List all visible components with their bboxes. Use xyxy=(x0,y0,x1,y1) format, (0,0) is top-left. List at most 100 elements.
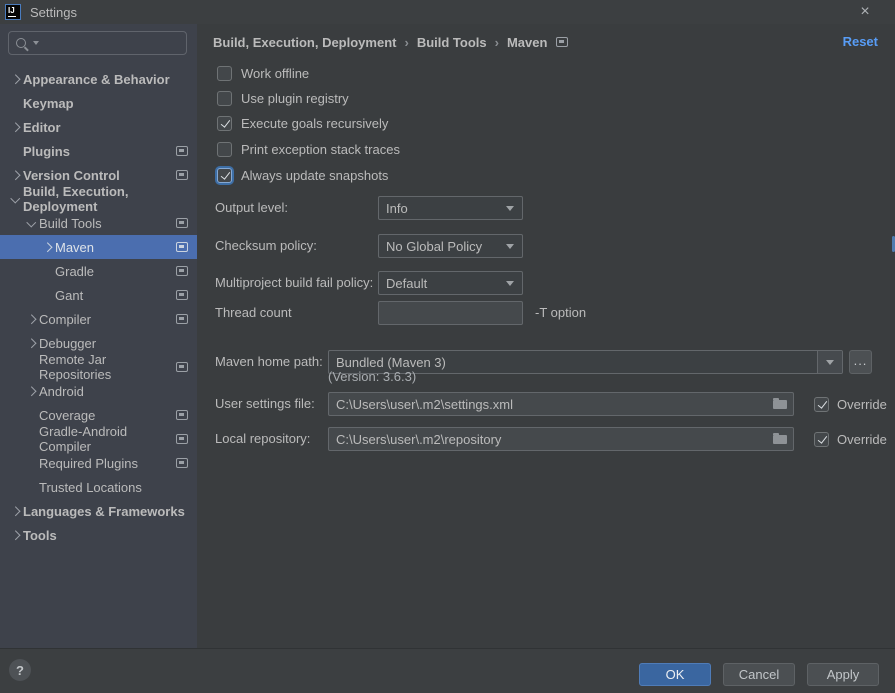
thread-count-label: Thread count xyxy=(215,301,292,325)
dropdown-arrow-button[interactable] xyxy=(817,351,842,373)
checksum-policy-label: Checksum policy: xyxy=(215,234,317,258)
breadcrumb-separator: › xyxy=(495,35,499,50)
ok-button[interactable]: OK xyxy=(639,663,711,686)
chevron-right-icon[interactable] xyxy=(10,170,19,179)
chevron-right-icon[interactable] xyxy=(10,530,19,539)
chevron-right-icon[interactable] xyxy=(26,314,35,323)
settings-indicator-icon xyxy=(176,434,188,444)
settings-indicator-icon xyxy=(176,314,188,324)
chevron-right-icon[interactable] xyxy=(10,122,19,131)
maven-settings-panel: Build, Execution, Deployment › Build Too… xyxy=(197,24,895,648)
sidebar-item-gradle-android-compiler[interactable]: Gradle-Android Compiler xyxy=(0,427,197,451)
use-plugin-registry-row: Use plugin registry xyxy=(217,87,349,109)
sidebar-item-languages-frameworks[interactable]: Languages & Frameworks xyxy=(0,499,197,523)
sidebar-item-trusted-locations[interactable]: Trusted Locations xyxy=(0,475,197,499)
sidebar-item-compiler[interactable]: Compiler xyxy=(0,307,197,331)
window-title: Settings xyxy=(30,5,77,20)
settings-sidebar: Appearance & Behavior Keymap Editor Plug… xyxy=(0,24,197,648)
local-repository-label: Local repository: xyxy=(215,427,310,451)
print-exception-stack-traces-row: Print exception stack traces xyxy=(217,138,400,160)
breadcrumb-separator: › xyxy=(404,35,408,50)
sidebar-item-maven[interactable]: Maven xyxy=(0,235,197,259)
settings-indicator-icon xyxy=(176,170,188,180)
sidebar-item-tools[interactable]: Tools xyxy=(0,523,197,547)
sidebar-item-keymap[interactable]: Keymap xyxy=(0,91,197,115)
dialog-footer: ? OK Cancel Apply xyxy=(0,648,895,693)
sidebar-item-gradle[interactable]: Gradle xyxy=(0,259,197,283)
reset-link[interactable]: Reset xyxy=(843,32,878,52)
help-button[interactable]: ? xyxy=(9,659,31,681)
output-level-label: Output level: xyxy=(215,196,288,220)
settings-indicator-icon xyxy=(176,458,188,468)
execute-goals-recursively-checkbox[interactable] xyxy=(217,116,232,131)
dropdown-caret-icon xyxy=(506,206,514,211)
browse-maven-home-button[interactable]: ... xyxy=(849,350,872,374)
checksum-policy-select[interactable]: No Global Policy xyxy=(378,234,523,258)
sidebar-item-android[interactable]: Android xyxy=(0,379,197,403)
settings-indicator-icon xyxy=(176,290,188,300)
breadcrumb-part[interactable]: Build Tools xyxy=(417,35,487,50)
breadcrumb-part[interactable]: Build, Execution, Deployment xyxy=(213,35,396,50)
dropdown-caret-icon xyxy=(826,360,834,365)
print-exception-stack-traces-checkbox[interactable] xyxy=(217,142,232,157)
breadcrumb-part: Maven xyxy=(507,35,547,50)
sidebar-item-editor[interactable]: Editor xyxy=(0,115,197,139)
sidebar-item-gant[interactable]: Gant xyxy=(0,283,197,307)
settings-indicator-icon xyxy=(176,146,188,156)
breadcrumb: Build, Execution, Deployment › Build Too… xyxy=(213,32,568,52)
maven-version-note: (Version: 3.6.3) xyxy=(328,365,416,389)
settings-dialog: IJ Settings × Appearance & Behavior Keym… xyxy=(0,0,895,693)
intellij-logo-icon: IJ xyxy=(5,4,21,20)
maven-home-path-label: Maven home path: xyxy=(215,350,323,374)
settings-indicator-icon xyxy=(556,37,568,47)
sidebar-item-build-execution-deployment[interactable]: Build, Execution, Deployment xyxy=(0,187,197,211)
local-repository-override-row: Override xyxy=(814,427,887,451)
settings-indicator-icon xyxy=(176,410,188,420)
sidebar-item-appearance-behavior[interactable]: Appearance & Behavior xyxy=(0,67,197,91)
sidebar-item-required-plugins[interactable]: Required Plugins xyxy=(0,451,197,475)
use-plugin-registry-checkbox[interactable] xyxy=(217,91,232,106)
search-options-chevron-icon[interactable] xyxy=(33,41,39,45)
dropdown-caret-icon xyxy=(506,244,514,249)
work-offline-row: Work offline xyxy=(217,62,309,84)
user-settings-override-row: Override xyxy=(814,392,887,416)
work-offline-checkbox[interactable] xyxy=(217,66,232,81)
execute-goals-recursively-row: Execute goals recursively xyxy=(217,112,388,134)
user-settings-override-checkbox[interactable] xyxy=(814,397,829,412)
multiproject-fail-policy-select[interactable]: Default xyxy=(378,271,523,295)
chevron-right-icon[interactable] xyxy=(26,386,35,395)
user-settings-file-label: User settings file: xyxy=(215,392,315,416)
chevron-right-icon[interactable] xyxy=(42,242,51,251)
footer-buttons: OK Cancel Apply xyxy=(639,663,879,686)
always-update-snapshots-checkbox[interactable] xyxy=(217,168,232,183)
chevron-right-icon[interactable] xyxy=(10,506,19,515)
settings-indicator-icon xyxy=(176,266,188,276)
settings-indicator-icon xyxy=(176,362,188,372)
sidebar-item-remote-jar-repositories[interactable]: Remote Jar Repositories xyxy=(0,355,197,379)
local-repository-input[interactable]: C:\Users\user\.m2\repository xyxy=(328,427,794,451)
chevron-right-icon[interactable] xyxy=(26,338,35,347)
always-update-snapshots-row: Always update snapshots xyxy=(217,164,388,186)
folder-icon[interactable] xyxy=(773,435,787,444)
close-icon[interactable]: × xyxy=(855,2,875,22)
chevron-down-icon[interactable] xyxy=(10,193,19,202)
cancel-button[interactable]: Cancel xyxy=(723,663,795,686)
apply-button[interactable]: Apply xyxy=(807,663,879,686)
multiproject-fail-policy-label: Multiproject build fail policy: xyxy=(215,271,373,295)
thread-count-hint: -T option xyxy=(535,301,586,325)
search-icon xyxy=(16,38,26,48)
search-input[interactable] xyxy=(8,31,187,55)
local-repository-override-checkbox[interactable] xyxy=(814,432,829,447)
chevron-right-icon[interactable] xyxy=(10,74,19,83)
user-settings-file-input[interactable]: C:\Users\user\.m2\settings.xml xyxy=(328,392,794,416)
output-level-select[interactable]: Info xyxy=(378,196,523,220)
title-bar: IJ Settings × xyxy=(0,0,895,24)
folder-icon[interactable] xyxy=(773,400,787,409)
sidebar-item-build-tools[interactable]: Build Tools xyxy=(0,211,197,235)
chevron-down-icon[interactable] xyxy=(26,217,35,226)
settings-indicator-icon xyxy=(176,218,188,228)
settings-tree: Appearance & Behavior Keymap Editor Plug… xyxy=(0,67,197,547)
dropdown-caret-icon xyxy=(506,281,514,286)
thread-count-input[interactable] xyxy=(378,301,523,325)
sidebar-item-plugins[interactable]: Plugins xyxy=(0,139,197,163)
